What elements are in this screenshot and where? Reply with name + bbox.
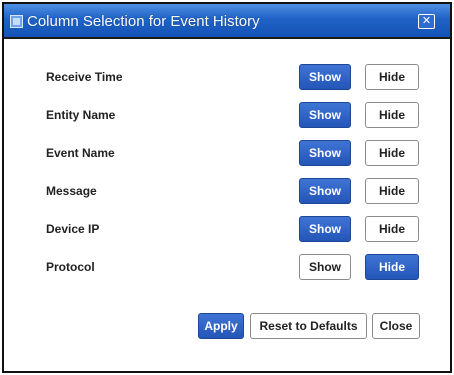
column-row-device-ip: Device IP Show Hide <box>4 216 450 244</box>
hide-button[interactable]: Hide <box>365 140 419 166</box>
reset-to-defaults-button[interactable]: Reset to Defaults <box>250 313 367 339</box>
show-button[interactable]: Show <box>299 102 351 128</box>
close-icon[interactable]: ✕ <box>418 14 435 29</box>
hide-button[interactable]: Hide <box>365 64 419 90</box>
window-icon <box>10 15 23 28</box>
show-button[interactable]: Show <box>299 254 351 280</box>
column-label: Message <box>46 184 97 198</box>
column-row-entity-name: Entity Name Show Hide <box>4 102 450 130</box>
dialog-titlebar[interactable]: Column Selection for Event History ✕ <box>4 4 450 39</box>
column-row-message: Message Show Hide <box>4 178 450 206</box>
show-button[interactable]: Show <box>299 216 351 242</box>
column-row-receive-time: Receive Time Show Hide <box>4 64 450 92</box>
apply-button[interactable]: Apply <box>198 313 244 339</box>
hide-button[interactable]: Hide <box>365 216 419 242</box>
column-label: Event Name <box>46 146 115 160</box>
column-row-event-name: Event Name Show Hide <box>4 140 450 168</box>
hide-button[interactable]: Hide <box>365 102 419 128</box>
show-button[interactable]: Show <box>299 140 351 166</box>
hide-button[interactable]: Hide <box>365 254 419 280</box>
column-row-protocol: Protocol Show Hide <box>4 254 450 282</box>
column-label: Device IP <box>46 222 100 236</box>
hide-button[interactable]: Hide <box>365 178 419 204</box>
dialog-title: Column Selection for Event History <box>27 13 260 30</box>
column-label: Protocol <box>46 260 95 274</box>
show-button[interactable]: Show <box>299 178 351 204</box>
show-button[interactable]: Show <box>299 64 351 90</box>
close-button[interactable]: Close <box>372 313 420 339</box>
column-selection-dialog: Column Selection for Event History ✕ Rec… <box>2 2 452 373</box>
column-label: Receive Time <box>46 70 123 84</box>
column-label: Entity Name <box>46 108 116 122</box>
